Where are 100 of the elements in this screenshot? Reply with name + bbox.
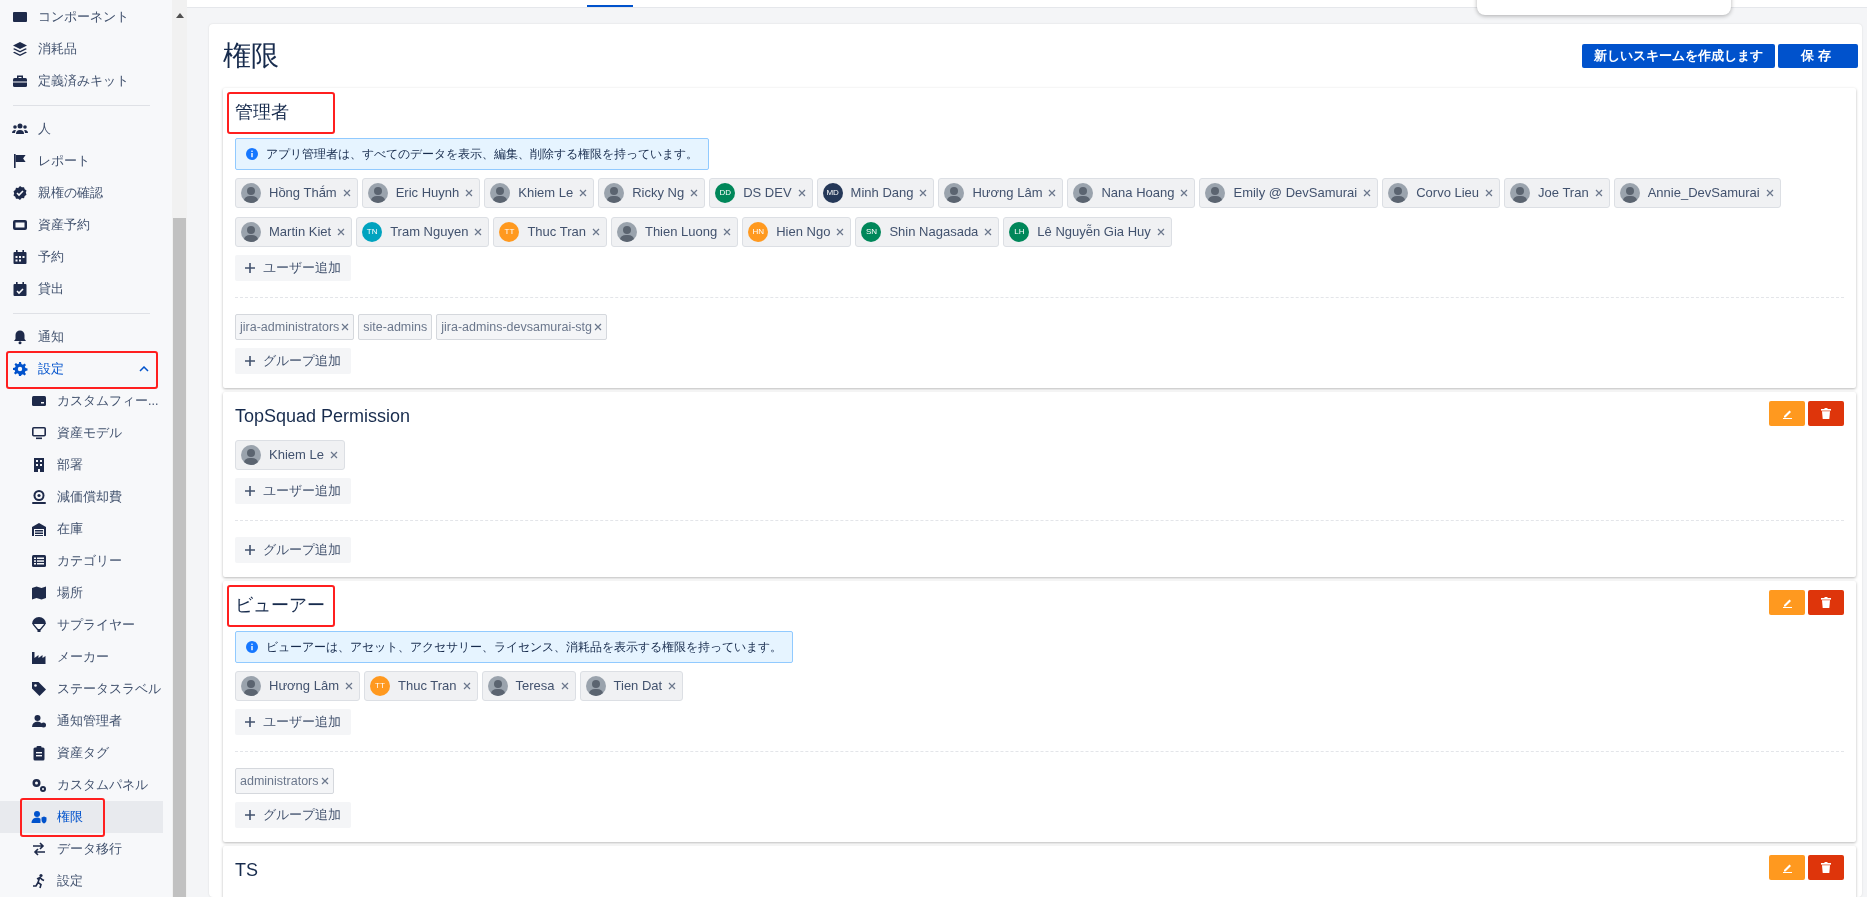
close-icon[interactable] [797, 189, 806, 197]
add-group-button[interactable]: グループ追加 [235, 802, 351, 828]
edit-button[interactable] [1769, 590, 1805, 615]
avatar [487, 676, 508, 696]
sidebar-item[interactable]: データ移行 [0, 833, 163, 865]
close-icon[interactable] [984, 228, 993, 236]
sidebar-item[interactable]: 消耗品 [0, 33, 163, 65]
sidebar-item[interactable]: 通知 [0, 321, 163, 353]
avatar: TN [362, 222, 383, 242]
edit-button[interactable] [1769, 401, 1805, 426]
sidebar-item[interactable]: コンポーネント [0, 0, 163, 33]
sidebar-item[interactable]: 資産予約 [0, 209, 163, 241]
user-chip: Khiem Le [235, 440, 345, 470]
close-icon[interactable] [1594, 189, 1603, 197]
parachute-icon [31, 617, 47, 633]
sidebar-item[interactable]: 在庫 [0, 513, 163, 545]
add-group-button[interactable]: グループ追加 [235, 348, 351, 374]
sidebar-item[interactable]: 部署 [0, 449, 163, 481]
page-title: 権限 [223, 39, 279, 73]
sidebar-item[interactable]: 資産タグ [0, 737, 163, 769]
scroll-up-arrow-icon[interactable] [175, 12, 184, 18]
avatar [585, 676, 606, 696]
user-chip: Hương Lâm [938, 178, 1064, 208]
add-user-button[interactable]: ユーザー追加 [235, 255, 351, 281]
ticket-icon [12, 217, 28, 233]
sidebar-item[interactable]: 人 [0, 113, 163, 145]
delete-button[interactable] [1808, 855, 1844, 880]
close-icon[interactable] [342, 189, 351, 197]
close-icon[interactable] [1156, 228, 1165, 236]
layers-icon [12, 41, 28, 57]
close-icon[interactable] [1180, 189, 1189, 197]
running-figure-icon [31, 873, 47, 889]
close-icon[interactable] [462, 682, 471, 690]
sidebar-item[interactable]: 定義済みキット [0, 65, 163, 97]
edit-button[interactable] [1769, 855, 1805, 880]
user-chip: Corvo Lieu [1382, 178, 1501, 208]
close-icon[interactable] [465, 189, 474, 197]
trash-icon [1821, 597, 1831, 608]
close-icon[interactable] [836, 228, 845, 236]
user-chip: SN Shin Nagasada [855, 217, 1000, 247]
close-icon[interactable] [1765, 189, 1774, 197]
close-icon[interactable] [579, 189, 588, 197]
avatar [241, 445, 261, 465]
close-icon[interactable] [594, 323, 602, 331]
close-icon[interactable] [345, 682, 353, 690]
user-chip: Tien Dat [579, 671, 684, 701]
info-text: ビューアーは、アセット、アクセサリー、ライセンス、消耗品を表示する権限を持っています。 [266, 639, 782, 656]
scrollbar-thumb[interactable] [173, 218, 186, 897]
sidebar-item[interactable]: 親権の確認 [0, 177, 163, 209]
add-group-button[interactable]: グループ追加 [235, 537, 351, 563]
sidebar-item[interactable]: レポート [0, 145, 163, 177]
close-icon[interactable] [341, 323, 350, 331]
sidebar-item[interactable]: 減価償却費 [0, 481, 163, 513]
map-icon [31, 585, 47, 601]
close-icon[interactable] [1485, 189, 1494, 197]
user-chip: Teresa [481, 671, 576, 701]
close-icon[interactable] [320, 777, 329, 785]
avatar: LH [1009, 222, 1030, 242]
avatar [1619, 183, 1640, 203]
delete-button[interactable] [1808, 401, 1844, 426]
delete-button[interactable] [1808, 590, 1844, 615]
sidebar-item[interactable]: カスタムパネル [0, 769, 163, 801]
sidebar-item[interactable]: 設定 [0, 865, 163, 897]
save-button[interactable]: 保存 [1778, 44, 1858, 68]
close-icon[interactable] [690, 189, 699, 197]
close-icon[interactable] [329, 451, 338, 459]
user-chip: Annie_DevSamurai [1613, 178, 1781, 208]
warehouse-icon [31, 521, 47, 537]
close-icon[interactable] [919, 189, 928, 197]
add-user-button[interactable]: ユーザー追加 [235, 709, 351, 735]
plus-icon [245, 545, 255, 555]
sidebar-item[interactable]: 設定 [0, 353, 163, 385]
close-icon[interactable] [1363, 189, 1372, 197]
sidebar-item[interactable]: メーカー [0, 641, 163, 673]
close-icon[interactable] [668, 682, 677, 690]
close-icon[interactable] [560, 682, 569, 690]
sidebar-item[interactable]: 貸出 [0, 273, 163, 305]
close-icon[interactable] [591, 228, 600, 236]
sidebar-item[interactable]: ステータスラベル [0, 673, 163, 705]
create-scheme-button[interactable]: 新しいスキームを作成します [1582, 44, 1775, 68]
user-chip: Emily @ DevSamurai [1199, 178, 1379, 208]
sidebar-item[interactable]: サプライヤー [0, 609, 163, 641]
close-icon[interactable] [474, 228, 483, 236]
factory-icon [31, 649, 47, 665]
sidebar-item[interactable]: 予約 [0, 241, 163, 273]
sidebar-item[interactable]: 場所 [0, 577, 163, 609]
avatar [241, 676, 261, 696]
tag-icon [31, 681, 47, 697]
avatar [604, 183, 625, 203]
sidebar-item[interactable]: 通知管理者 [0, 705, 163, 737]
chevron-up-icon[interactable] [139, 366, 149, 372]
sidebar-item[interactable]: カテゴリー [0, 545, 163, 577]
sidebar-item[interactable]: カスタムフィー... [0, 385, 163, 417]
close-icon[interactable] [723, 228, 732, 236]
sidebar-item[interactable]: 資産モデル [0, 417, 163, 449]
close-icon[interactable] [337, 228, 346, 236]
user-chip: LH Lê Nguyễn Gia Huy [1003, 217, 1172, 247]
avatar [241, 222, 261, 242]
add-user-button[interactable]: ユーザー追加 [235, 478, 351, 504]
close-icon[interactable] [1048, 189, 1057, 197]
